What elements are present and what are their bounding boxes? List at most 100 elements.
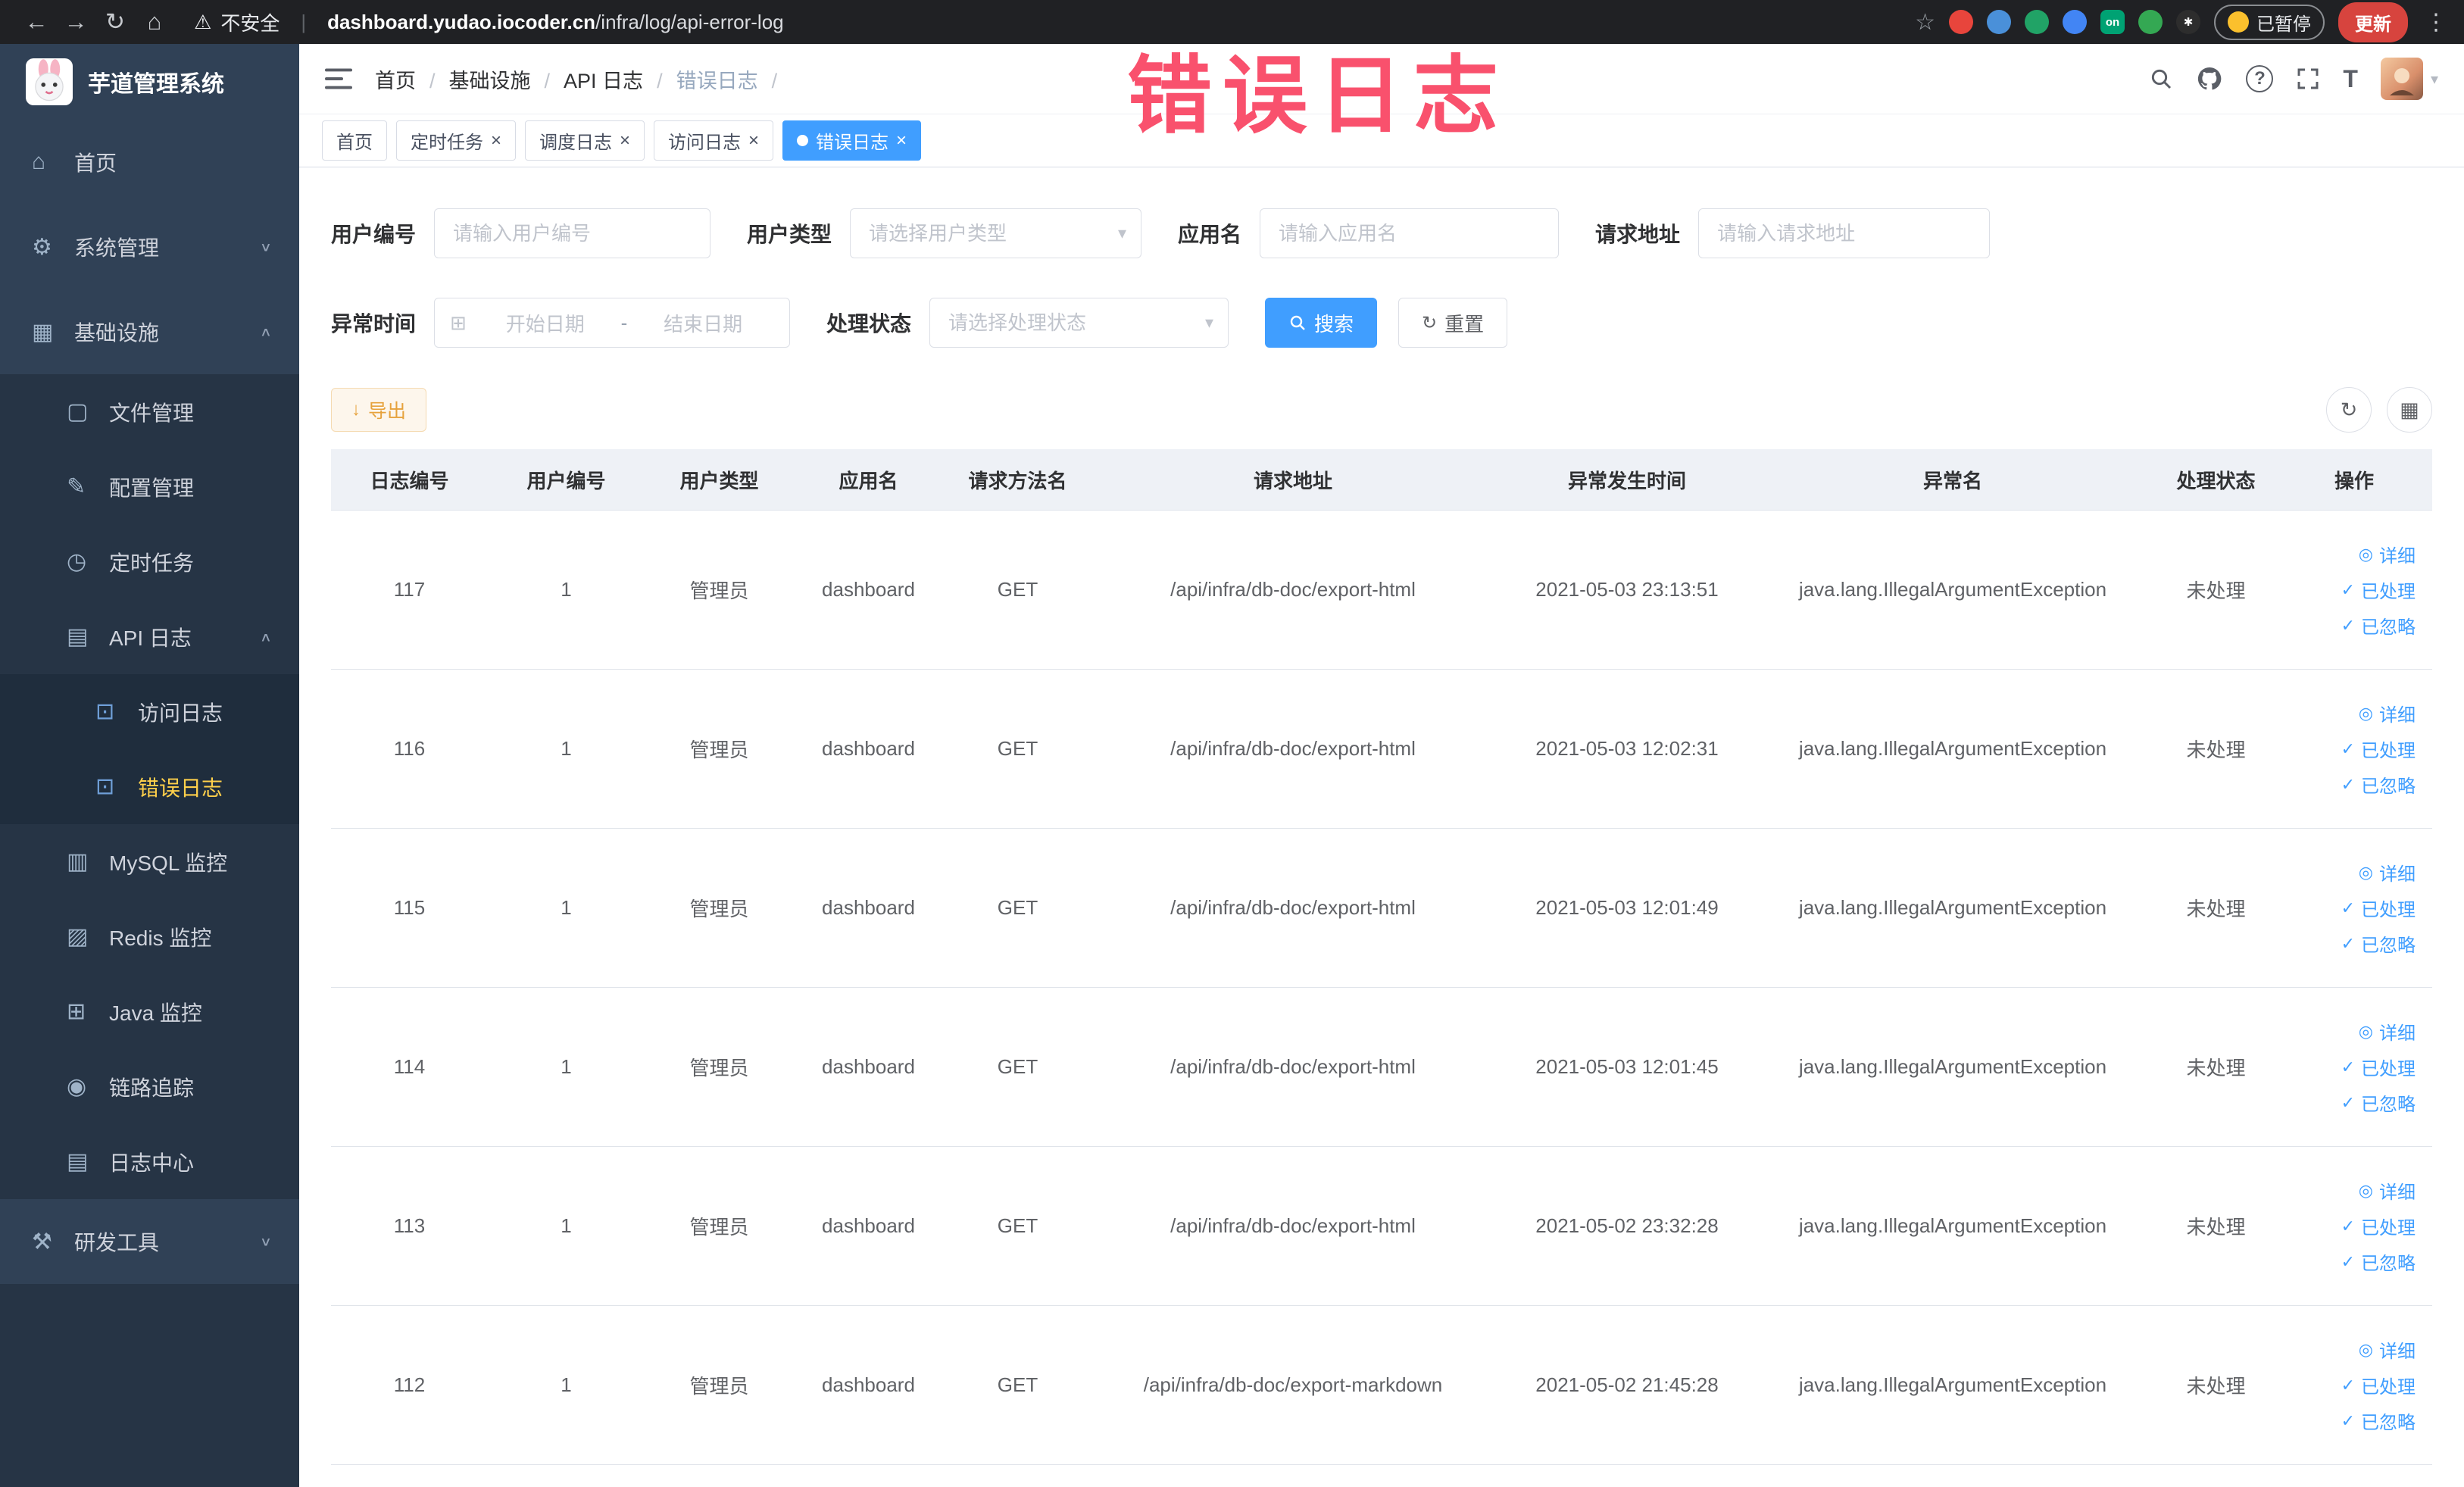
mark-ignored-link[interactable]: ✓ 已忽略 [2341, 930, 2416, 957]
help-icon[interactable]: ? [2246, 65, 2274, 92]
extension-icon-grid[interactable] [2063, 10, 2087, 34]
font-size-icon[interactable]: T [2343, 65, 2358, 93]
cell-app-name: dashboard [822, 737, 915, 760]
view-tab[interactable]: 调度日志 × [525, 120, 645, 161]
column-header: 日志编号 [370, 469, 449, 492]
browser-update-button[interactable]: 更新 [2338, 2, 2408, 42]
close-icon[interactable]: × [748, 131, 759, 150]
sidebar-item[interactable]: ⊡ 错误日志 [0, 749, 299, 824]
user-menu[interactable]: ▾ [2380, 58, 2438, 100]
sidebar-item[interactable]: ▤ API 日志 ∧ [0, 599, 299, 674]
extension-icon-leaf[interactable] [2138, 10, 2163, 34]
back-icon[interactable]: ← [17, 5, 56, 39]
mark-ignored-link[interactable]: ✓ 已忽略 [2341, 1089, 2416, 1116]
mark-processed-link[interactable]: ✓ 已处理 [2341, 1054, 2416, 1080]
detail-link[interactable]: ◎ 详细 [2359, 1336, 2416, 1363]
sidebar-item[interactable]: ▥ MySQL 监控 [0, 824, 299, 899]
caret-down-icon: ▾ [2430, 70, 2438, 88]
view-tab[interactable]: 首页 × [322, 120, 387, 161]
mark-processed-link[interactable]: ✓ 已处理 [2341, 1372, 2416, 1398]
breadcrumb-item[interactable]: 基础设施 [449, 64, 564, 94]
mark-ignored-link[interactable]: ✓ 已忽略 [2341, 612, 2416, 639]
browser-menu-icon[interactable]: ⋮ [2425, 9, 2447, 36]
sidebar-logo[interactable]: 芋道管理系统 [0, 44, 299, 120]
mark-ignored-link[interactable]: ✓ 已忽略 [2341, 1248, 2416, 1275]
detail-link[interactable]: ◎ 详细 [2359, 1018, 2416, 1045]
sidebar-item[interactable]: ▤ 日志中心 [0, 1124, 299, 1199]
sidebar-item[interactable]: ◷ 定时任务 [0, 524, 299, 599]
extension-icon-drop[interactable] [1987, 10, 2011, 34]
view-tab[interactable]: 错误日志 × [782, 120, 922, 161]
mark-ignored-link[interactable]: ✓ 已忽略 [2341, 771, 2416, 798]
fullscreen-icon[interactable] [2296, 67, 2320, 91]
reset-button[interactable]: ↻ 重置 [1398, 298, 1508, 348]
user-type-select[interactable] [850, 208, 1142, 258]
cell-log-id: 113 [393, 1214, 426, 1237]
column-settings-button[interactable]: ▦ [2387, 387, 2432, 433]
breadcrumb-item[interactable]: 首页 [375, 64, 449, 94]
cell-user-id: 1 [561, 578, 572, 601]
extension-icon-on[interactable]: on [2100, 10, 2125, 34]
refresh-button[interactable]: ↻ [2326, 387, 2372, 433]
cell-actions: ◎ 详细 ✓ 已处理 ✓ 已忽略 [2287, 1147, 2422, 1305]
extension-icon-pinwheel[interactable]: ✱ [2176, 10, 2200, 34]
sidebar-item[interactable]: ▦ 基础设施 ∧ [0, 289, 299, 374]
date-range-picker[interactable]: ⊞ 开始日期 - 结束日期 [434, 298, 791, 348]
view-tab[interactable]: 定时任务 × [396, 120, 517, 161]
bookmark-star-icon[interactable]: ☆ [1915, 9, 1935, 36]
process-status-select[interactable] [929, 298, 1229, 348]
cell-user-id: 1 [561, 896, 572, 919]
paused-extension-badge[interactable]: 已暂停 [2214, 4, 2325, 40]
table-row: 117 1 管理员 dashboard GET /api/infra/db-do… [331, 511, 2432, 670]
mark-processed-link[interactable]: ✓ 已处理 [2341, 736, 2416, 762]
omnibox[interactable]: ⚠ 不安全 | dashboard.yudao.iocoder.cn/infra… [194, 8, 784, 36]
sidebar-item[interactable]: ⚒ 研发工具 ∨ [0, 1199, 299, 1284]
sidebar-item[interactable]: ⊞ Java 监控 [0, 974, 299, 1049]
detail-link[interactable]: ◎ 详细 [2359, 541, 2416, 567]
mark-processed-link[interactable]: ✓ 已处理 [2341, 895, 2416, 921]
sidebar-item[interactable]: ◉ 链路追踪 [0, 1049, 299, 1124]
sidebar-item[interactable]: ⚙ 系统管理 ∨ [0, 205, 299, 289]
breadcrumb-item[interactable]: 错误日志 [676, 64, 792, 94]
sidebar-item[interactable]: ✎ 配置管理 [0, 449, 299, 524]
detail-link[interactable]: ◎ 详细 [2359, 1177, 2416, 1204]
app-name-input[interactable] [1260, 208, 1560, 258]
eye-icon: ◎ [2358, 1339, 2373, 1359]
home-icon[interactable]: ⌂ [135, 5, 174, 39]
screen: ← → ↻ ⌂ ⚠ 不安全 | dashboard.yudao.iocoder.… [0, 0, 2464, 1487]
search-button[interactable]: 搜索 [1265, 298, 1378, 348]
close-icon[interactable]: × [896, 131, 907, 150]
mark-processed-link[interactable]: ✓ 已处理 [2341, 1213, 2416, 1239]
request-url-input[interactable] [1698, 208, 1991, 258]
detail-link[interactable]: ◎ 详细 [2359, 859, 2416, 886]
cell-process-status: 未处理 [2186, 739, 2246, 761]
api-log-icon: ▤ [67, 624, 89, 649]
cell-exception-name: java.lang.IllegalArgumentException [1798, 896, 2107, 919]
reload-icon[interactable]: ↻ [95, 5, 135, 39]
sidebar-item[interactable]: ⊡ 访问日志 [0, 674, 299, 749]
extension-icon-green[interactable] [2025, 10, 2049, 34]
user-id-input[interactable] [434, 208, 711, 258]
column-header: 用户编号 [526, 469, 606, 492]
extension-icon-red[interactable] [1949, 10, 1973, 34]
mark-ignored-link[interactable]: ✓ 已忽略 [2341, 1407, 2416, 1434]
sidebar-item[interactable]: ▢ 文件管理 [0, 374, 299, 449]
sidebar-item[interactable]: ▨ Redis 监控 [0, 899, 299, 974]
forward-icon[interactable]: → [56, 5, 95, 39]
view-tab[interactable]: 访问日志 × [654, 120, 774, 161]
sidebar-item[interactable]: ⌂ 首页 [0, 120, 299, 205]
mark-processed-link[interactable]: ✓ 已处理 [2341, 576, 2416, 603]
check-icon: ✓ [2341, 1251, 2355, 1271]
github-icon[interactable] [2196, 65, 2223, 92]
hamburger-icon[interactable] [325, 67, 352, 90]
cell-actions: ◎ 详细 ✓ 已处理 ✓ 已忽略 [2287, 1306, 2422, 1464]
close-icon[interactable]: × [620, 131, 630, 150]
search-icon[interactable] [2149, 67, 2173, 91]
detail-link[interactable]: ◎ 详细 [2359, 700, 2416, 726]
close-icon[interactable]: × [491, 131, 501, 150]
export-button[interactable]: ↓ 导出 [331, 388, 427, 432]
cell-process-status: 未处理 [2186, 1057, 2246, 1079]
breadcrumb-item[interactable]: API 日志 [564, 64, 676, 94]
chevron-icon: ∨ [259, 1234, 272, 1248]
url-text[interactable]: dashboard.yudao.iocoder.cn/infra/log/api… [327, 11, 784, 34]
